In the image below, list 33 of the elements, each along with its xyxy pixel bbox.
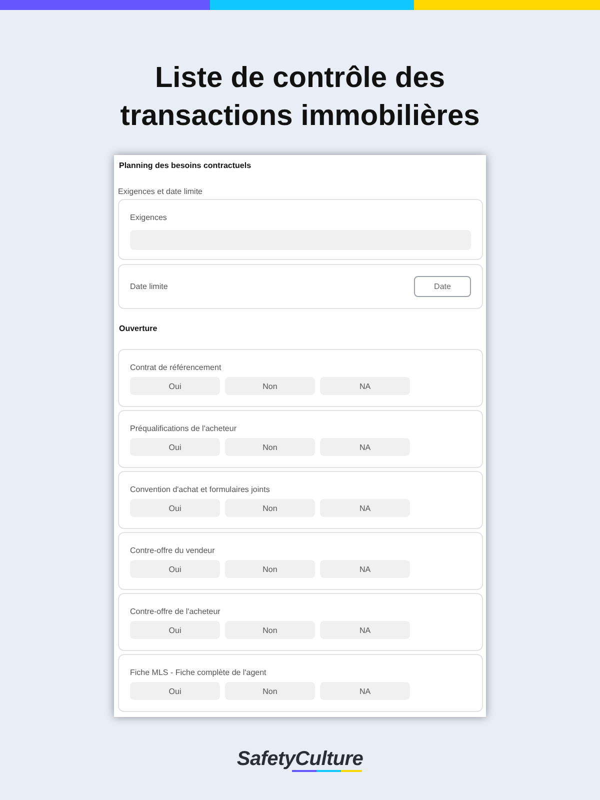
response-button[interactable]: Non	[225, 682, 315, 700]
section-title: Ouverture	[119, 324, 158, 334]
response-button[interactable]: Non	[225, 377, 315, 395]
date-button[interactable]: Date	[414, 276, 471, 297]
response-button[interactable]: Oui	[130, 560, 220, 578]
page-title: Liste de contrôle des transactions immobilières	[119, 61, 481, 134]
response-button[interactable]: NA	[320, 621, 410, 639]
response-button[interactable]: Non	[225, 621, 315, 639]
question-label: Préqualifications de l'acheteur	[130, 424, 236, 434]
response-button[interactable]: NA	[320, 682, 410, 700]
brand-logo: SafetyCulture	[236, 748, 364, 770]
response-button[interactable]: Oui	[130, 621, 220, 639]
question-label: Exigences	[130, 213, 167, 223]
response-button[interactable]: Non	[225, 499, 315, 517]
question-label: Convention d'achat et formulaires joints	[130, 485, 270, 495]
question-label: Fiche MLS - Fiche complète de l'agent	[130, 668, 266, 678]
question-label: Date limite	[130, 282, 168, 292]
question-label: Contre-offre du vendeur	[130, 546, 215, 556]
question-label: Contrat de référencement	[130, 363, 222, 373]
subsection-title: Exigences et date limite	[118, 187, 202, 197]
response-button[interactable]: Oui	[130, 682, 220, 700]
response-button[interactable]: NA	[320, 438, 410, 456]
response-button[interactable]: Oui	[130, 438, 220, 456]
response-button[interactable]: NA	[320, 377, 410, 395]
response-button[interactable]: Oui	[130, 499, 220, 517]
response-button[interactable]: NA	[320, 499, 410, 517]
response-button[interactable]: Oui	[130, 377, 220, 395]
logo-underline	[292, 770, 362, 772]
response-button[interactable]: Non	[225, 560, 315, 578]
form-heading: Planning des besoins contractuels	[118, 160, 252, 171]
response-button[interactable]: NA	[320, 560, 410, 578]
question-label: Contre-offre de l'acheteur	[130, 607, 220, 617]
response-button[interactable]: Non	[225, 438, 315, 456]
